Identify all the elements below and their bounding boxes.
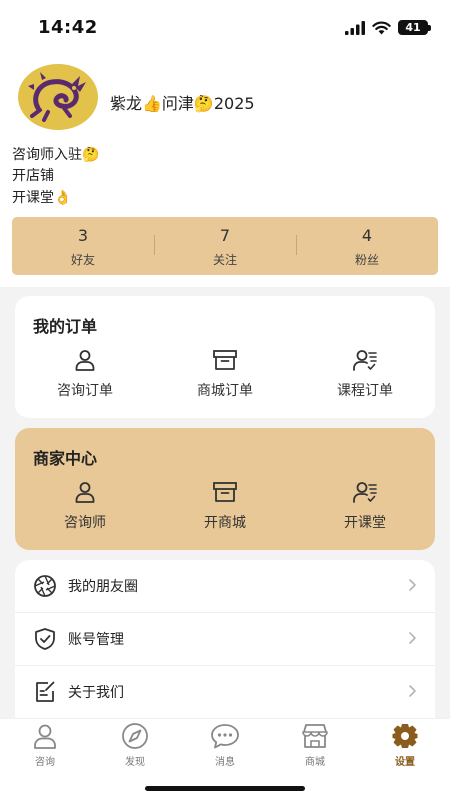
tab-consult[interactable]: 咨询 (0, 719, 90, 800)
person-icon (75, 482, 95, 503)
orders-card: 我的订单 咨询订单 商城订单 课程订单 (15, 296, 435, 418)
tab-label: 商城 (305, 757, 325, 768)
stat-friends[interactable]: 3 好友 (12, 217, 154, 275)
store-icon (302, 724, 328, 748)
person-icon (75, 350, 95, 371)
edit-note-icon (36, 681, 55, 702)
dragon-logo-icon (20, 66, 96, 128)
tab-label: 发现 (125, 757, 145, 768)
grid-label: 咨询订单 (57, 383, 113, 399)
status-icons: 41 (345, 20, 431, 35)
status-bar: 14:42 41 (0, 0, 450, 52)
battery-icon: 41 (398, 20, 431, 35)
tab-settings[interactable]: 设置 (360, 719, 450, 800)
gear-icon (392, 724, 418, 748)
stats-bar: 3 好友 7 关注 4 粉丝 (12, 217, 438, 275)
merchant-title: 商家中心 (33, 449, 98, 468)
consult-orders-button[interactable]: 咨询订单 (15, 348, 155, 400)
bio-line: 开店铺 (12, 168, 54, 184)
wifi-icon (372, 21, 391, 34)
avatar[interactable] (18, 64, 98, 130)
menu-item-account[interactable]: 账号管理 (15, 613, 435, 666)
menu-list: 我的朋友圈 账号管理 关于我们 (15, 560, 435, 730)
grid-label: 开商城 (204, 515, 246, 531)
chevron-right-icon (409, 579, 416, 591)
menu-label: 关于我们 (68, 685, 124, 701)
merchant-grid: 咨询师 开商城 开课堂 (15, 480, 435, 532)
menu-label: 我的朋友圈 (68, 579, 138, 595)
orders-title: 我的订单 (33, 317, 98, 336)
grid-label: 咨询师 (64, 515, 106, 531)
box-icon (213, 350, 237, 370)
person-list-icon (353, 350, 377, 371)
grid-label: 开课堂 (344, 515, 386, 531)
stat-value: 7 (219, 226, 231, 245)
menu-item-moments[interactable]: 我的朋友圈 (15, 560, 435, 613)
home-indicator (145, 786, 305, 791)
bio-line: 开课堂👌 (12, 190, 72, 206)
stat-value: 4 (361, 226, 373, 245)
content-area: 我的订单 咨询订单 商城订单 课程订单 商家中心 咨询师 开商城 开课堂 我的朋… (0, 287, 450, 730)
chevron-right-icon (409, 632, 416, 644)
tab-label: 咨询 (35, 757, 55, 768)
tab-label: 设置 (395, 757, 415, 768)
menu-item-about[interactable]: 关于我们 (15, 666, 435, 719)
bio-line: 咨询师入驻🤔 (12, 147, 100, 163)
stat-fans[interactable]: 4 粉丝 (296, 217, 438, 275)
cellular-signal-icon (345, 20, 365, 35)
chat-bubble-icon (211, 724, 239, 749)
username: 紫龙👍问津🤔2025 (110, 94, 255, 113)
orders-grid: 咨询订单 商城订单 课程订单 (15, 348, 435, 400)
shield-check-icon (35, 628, 55, 650)
course-orders-button[interactable]: 课程订单 (295, 348, 435, 400)
merchant-card: 商家中心 咨询师 开商城 开课堂 (15, 428, 435, 550)
menu-label: 账号管理 (68, 632, 124, 648)
stat-label: 关注 (212, 253, 237, 267)
grid-label: 商城订单 (197, 383, 253, 399)
chevron-right-icon (409, 685, 416, 697)
stat-label: 好友 (70, 253, 95, 267)
profile-header: 紫龙👍问津🤔2025 咨询师入驻🤔 开店铺 开课堂👌 3 好友 7 关注 4 粉… (0, 52, 450, 287)
consultant-button[interactable]: 咨询师 (15, 480, 155, 532)
person-list-icon (353, 482, 377, 503)
box-icon (213, 482, 237, 502)
stat-following[interactable]: 7 关注 (154, 217, 296, 275)
stat-label: 粉丝 (354, 253, 379, 267)
open-classroom-button[interactable]: 开课堂 (295, 480, 435, 532)
tab-label: 消息 (215, 757, 235, 768)
grid-label: 课程订单 (337, 383, 393, 399)
compass-icon (122, 723, 148, 749)
person-icon (34, 724, 56, 749)
battery-level: 41 (405, 21, 421, 34)
mall-orders-button[interactable]: 商城订单 (155, 348, 295, 400)
status-time: 14:42 (38, 17, 98, 38)
open-mall-button[interactable]: 开商城 (155, 480, 295, 532)
aperture-icon (34, 575, 56, 597)
stat-value: 3 (77, 226, 89, 245)
